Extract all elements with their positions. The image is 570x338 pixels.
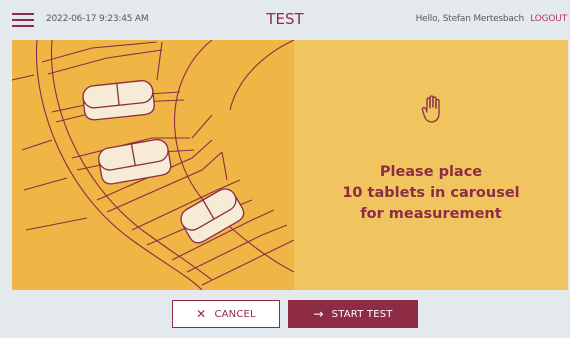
menu-line (12, 19, 34, 21)
arrow-right-icon: → (313, 307, 324, 321)
start-test-label: START TEST (331, 308, 393, 320)
cancel-label: CANCEL (214, 308, 256, 320)
cancel-button[interactable]: ✕ CANCEL (172, 300, 280, 328)
user-greeting: Hello, Stefan Mertesbach (415, 14, 525, 24)
top-bar: 2022-06-17 9:23:45 AM TEST Hello, Stefan… (0, 0, 570, 40)
datetime-display: 2022-06-17 9:23:45 AM (46, 14, 149, 24)
carousel-drawing (12, 40, 294, 290)
menu-line (12, 25, 34, 27)
tablet-carousel-illustration (12, 40, 294, 290)
main-content: Please place 10 tablets in carousel for … (12, 40, 568, 290)
start-test-button[interactable]: → START TEST (288, 300, 418, 328)
instruction-text: Please place 10 tablets in carousel for … (342, 164, 520, 222)
instruction-panel: Please place 10 tablets in carousel for … (294, 40, 568, 290)
logout-link[interactable]: LOGOUT (530, 14, 567, 24)
test-screen: 2022-06-17 9:23:45 AM TEST Hello, Stefan… (0, 0, 570, 338)
menu-line (12, 13, 34, 15)
action-bar: ✕ CANCEL → START TEST (0, 290, 570, 338)
hand-stop-icon (421, 95, 440, 123)
hamburger-menu-icon[interactable] (12, 11, 34, 29)
close-icon: ✕ (196, 307, 207, 321)
